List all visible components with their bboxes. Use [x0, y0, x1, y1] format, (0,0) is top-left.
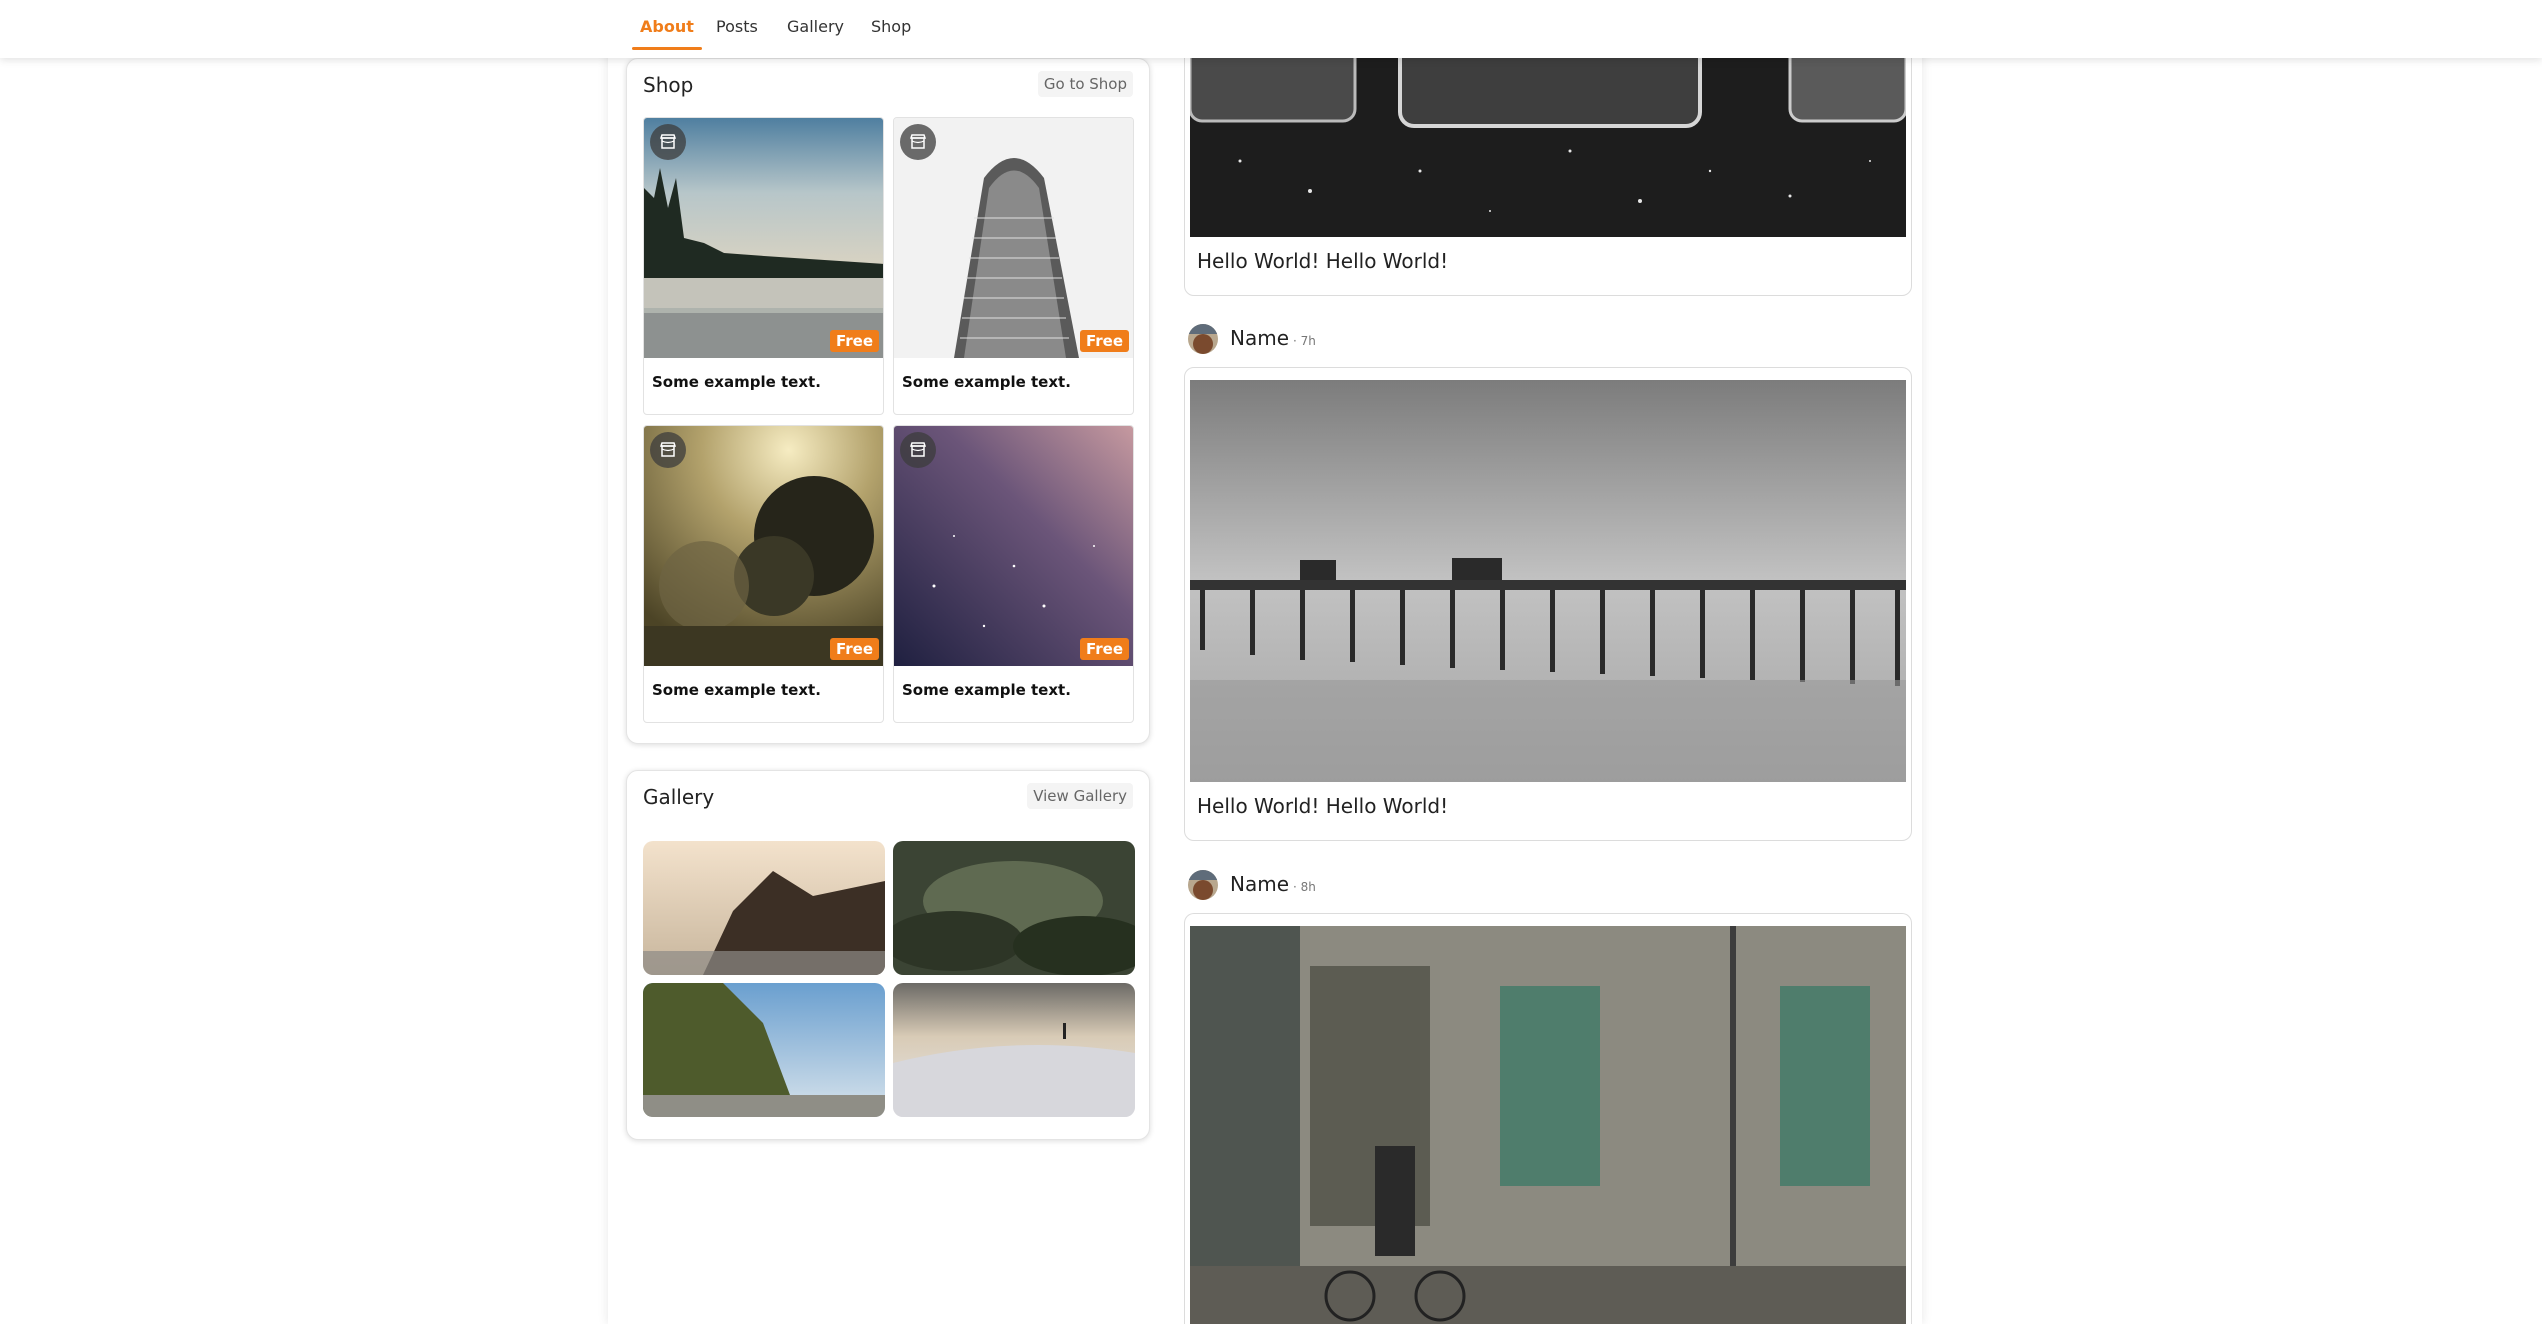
view-gallery-button[interactable]: View Gallery — [1027, 783, 1133, 809]
gallery-card: Gallery View Gallery — [626, 770, 1150, 1140]
free-badge: Free — [1079, 330, 1129, 352]
avatar[interactable] — [1188, 870, 1218, 900]
post-author-name: Name — [1230, 872, 1290, 896]
free-badge: Free — [1079, 638, 1129, 660]
gallery-image-cliff[interactable] — [643, 983, 885, 1117]
active-tab-indicator — [632, 47, 702, 50]
shop-item-caption: Some example text. — [652, 681, 821, 699]
tab-gallery[interactable]: Gallery — [787, 0, 844, 50]
shop-item[interactable]: Free Some example text. — [643, 117, 884, 415]
store-icon — [900, 124, 936, 160]
store-icon — [900, 432, 936, 468]
top-navigation: About Posts Gallery Shop — [0, 0, 2542, 58]
store-icon — [650, 124, 686, 160]
post-image-building-cyclist[interactable] — [1190, 926, 1906, 1324]
post-timestamp: · 7h — [1293, 334, 1316, 348]
tab-posts[interactable]: Posts — [716, 0, 758, 50]
shop-item[interactable]: Free Some example text. — [893, 117, 1134, 415]
store-icon — [650, 432, 686, 468]
tab-gallery-label: Gallery — [787, 17, 844, 36]
gallery-image-snow[interactable] — [893, 983, 1135, 1117]
post-author-name: Name — [1230, 326, 1290, 350]
gallery-card-title: Gallery — [643, 785, 715, 809]
post-timestamp: · 8h — [1293, 880, 1316, 894]
gallery-image-forest[interactable] — [893, 841, 1135, 975]
shop-card-title: Shop — [643, 73, 694, 97]
post-author[interactable]: Name · 7h — [1230, 326, 1316, 350]
tab-shop-label: Shop — [871, 17, 912, 36]
shop-item-caption: Some example text. — [652, 373, 821, 391]
post-header: Name · 8h — [1188, 870, 1488, 902]
post-header: Name · 7h — [1188, 324, 1488, 356]
shop-item[interactable]: Free Some example text. — [893, 425, 1134, 723]
shop-item-caption: Some example text. — [902, 681, 1071, 699]
shop-item-caption: Some example text. — [902, 373, 1071, 391]
tab-about-label: About — [640, 17, 694, 36]
go-to-shop-button[interactable]: Go to Shop — [1037, 71, 1133, 97]
tab-about[interactable]: About — [632, 0, 702, 50]
post-card: Hello World! Hello World! — [1184, 367, 1912, 841]
free-badge: Free — [829, 330, 879, 352]
post-image-pier[interactable] — [1190, 380, 1906, 782]
tab-posts-label: Posts — [716, 17, 758, 36]
free-badge: Free — [829, 638, 879, 660]
post-text: Hello World! Hello World! — [1197, 249, 1449, 273]
shop-item[interactable]: Free Some example text. — [643, 425, 884, 723]
avatar[interactable] — [1188, 324, 1218, 354]
post-card — [1184, 913, 1912, 1324]
post-author[interactable]: Name · 8h — [1230, 872, 1316, 896]
post-text: Hello World! Hello World! — [1197, 794, 1449, 818]
shop-card: Shop Go to Shop Free Some example text. — [626, 58, 1150, 744]
tab-shop[interactable]: Shop — [871, 0, 911, 50]
post-card: Hello World! Hello World! — [1184, 20, 1912, 296]
gallery-image-coast[interactable] — [643, 841, 885, 975]
